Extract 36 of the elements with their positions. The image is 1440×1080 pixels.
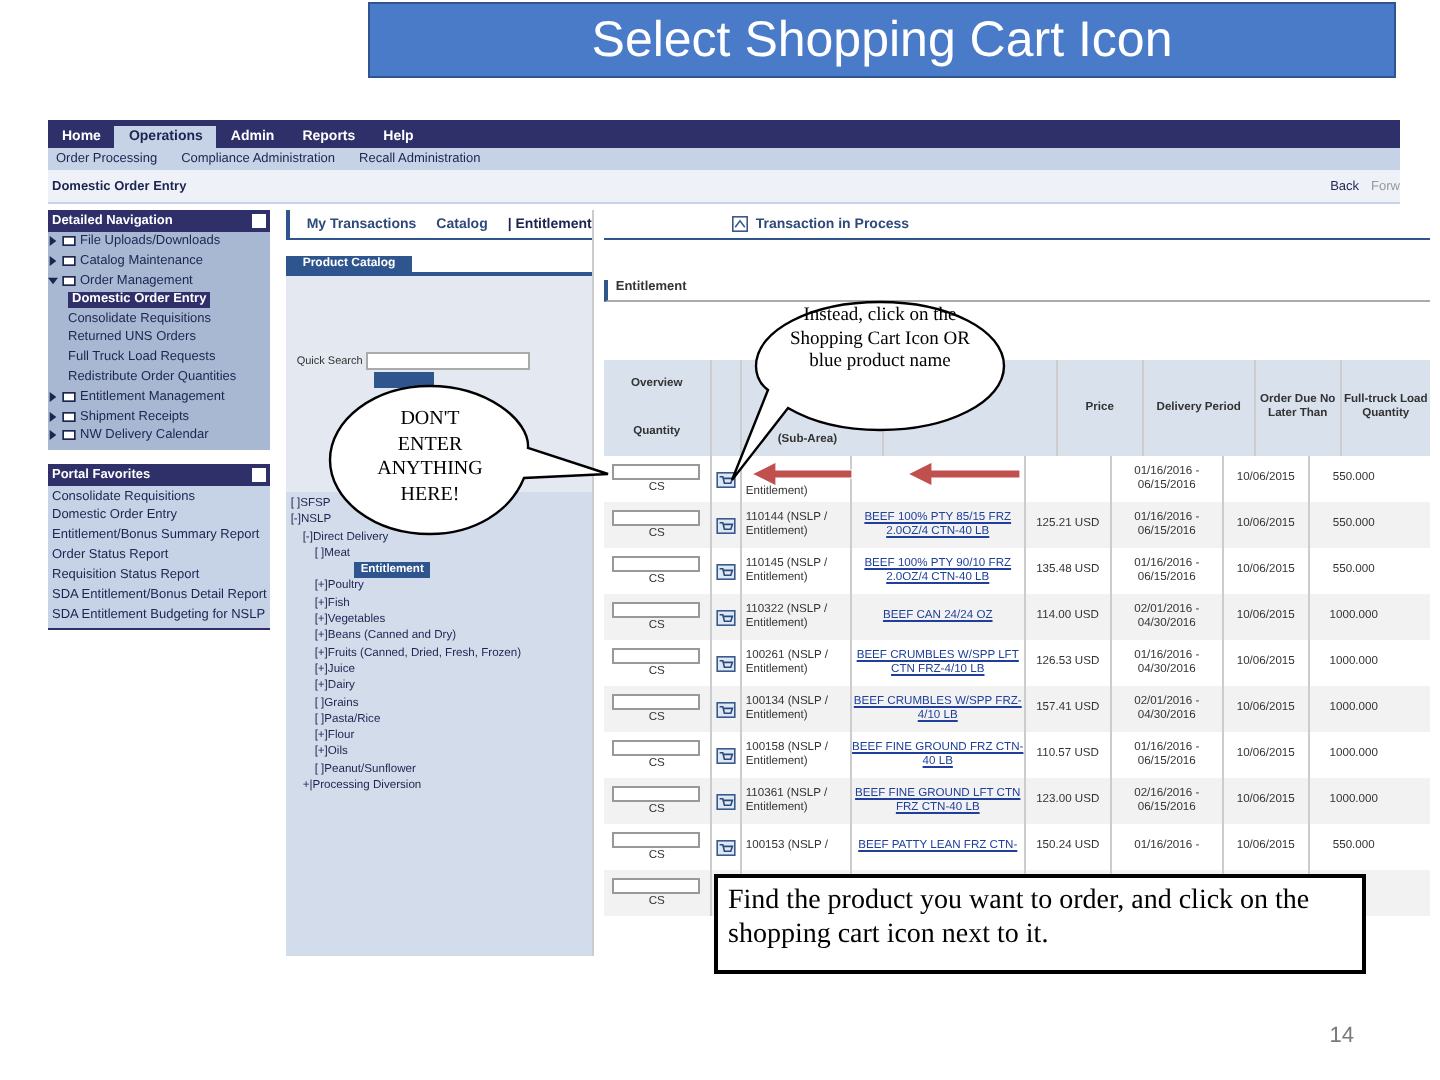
quantity-field[interactable]	[612, 509, 701, 526]
minimize-icon[interactable]	[252, 467, 267, 482]
cart-icon[interactable]	[715, 655, 736, 671]
minimize-icon[interactable]	[252, 214, 267, 228]
form-icon	[731, 216, 748, 232]
search-button[interactable]	[374, 372, 435, 388]
quantity-field[interactable]	[612, 785, 701, 802]
expand-icon[interactable]	[48, 411, 58, 422]
cart-icon[interactable]	[715, 793, 736, 809]
collapse-icon[interactable]	[48, 275, 58, 286]
cart-icon[interactable]	[715, 517, 736, 533]
instruction-box: Find the product you want to order, and click on the shopping cart icon next to it.	[714, 874, 1366, 974]
quantity-field[interactable]	[612, 463, 701, 480]
expand-icon[interactable]	[48, 236, 58, 247]
expand-icon[interactable]	[48, 430, 58, 441]
quantity-field[interactable]	[612, 555, 701, 572]
search-field[interactable]	[366, 352, 531, 370]
quantity-field[interactable]	[612, 601, 701, 618]
pointer-arrow	[908, 462, 1020, 486]
pointer-arrow	[752, 462, 852, 486]
quantity-field[interactable]	[612, 693, 701, 710]
page-number: 14	[1329, 1024, 1354, 1048]
cart-icon[interactable]	[715, 701, 736, 717]
quantity-field[interactable]	[612, 739, 701, 756]
cart-icon[interactable]	[715, 839, 736, 855]
quantity-field[interactable]	[612, 831, 701, 848]
cart-icon[interactable]	[715, 747, 736, 763]
cart-icon[interactable]	[715, 609, 736, 625]
cart-icon[interactable]	[715, 471, 736, 487]
quantity-field[interactable]	[612, 877, 701, 894]
callout-text: DON'T ENTER ANYTHING HERE!	[375, 408, 485, 508]
quantity-field[interactable]	[612, 647, 701, 664]
slide-title: Select Shopping Cart Icon	[368, 2, 1396, 78]
expand-icon[interactable]	[48, 391, 58, 402]
expand-icon[interactable]	[48, 256, 58, 267]
cart-icon[interactable]	[715, 563, 736, 579]
